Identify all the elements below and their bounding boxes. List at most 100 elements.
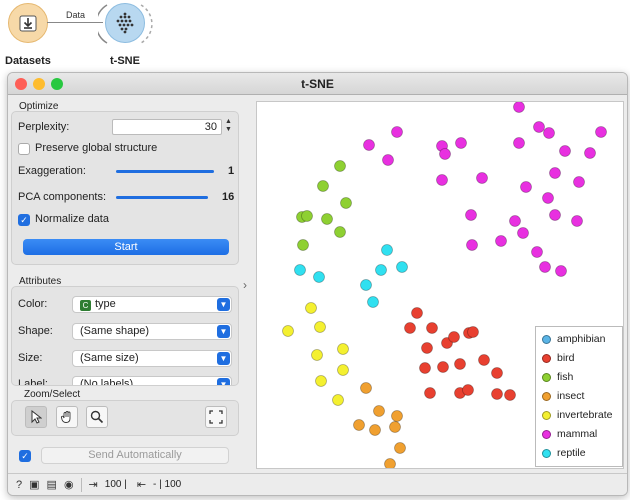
pca-slider[interactable] — [116, 196, 208, 199]
color-select-value: type — [95, 298, 116, 310]
send-button[interactable]: Send Automatically — [41, 447, 229, 464]
scatter-point — [353, 419, 365, 431]
perplexity-input[interactable]: 30 — [112, 119, 222, 135]
scatter-point — [382, 154, 394, 166]
node-label: Datasets — [5, 55, 51, 67]
color-select[interactable]: Ctype ▼ — [72, 296, 232, 313]
scatter-point — [539, 261, 551, 273]
legend-dot — [542, 353, 551, 363]
legend-label: fish — [557, 371, 574, 383]
scatter-point — [334, 160, 346, 172]
scatter-plot[interactable]: amphibian bird fish insect invertebrate … — [256, 101, 624, 470]
scatter-point — [454, 358, 466, 370]
exaggeration-slider[interactable] — [116, 170, 214, 173]
scatter-point — [549, 167, 561, 179]
collapse-arrow-icon[interactable]: › — [243, 278, 247, 292]
send-auto-checkbox[interactable]: ✓ — [19, 450, 31, 462]
pca-value: 16 — [222, 191, 235, 203]
size-select[interactable]: (Same size) ▼ — [72, 350, 232, 367]
select-pointer-button[interactable] — [25, 406, 47, 428]
reset-zoom-button[interactable] — [205, 406, 227, 428]
scatter-point — [313, 271, 325, 283]
shape-label: Shape: — [18, 325, 53, 337]
report-icon[interactable]: ▤ — [47, 478, 57, 491]
legend-dot — [542, 448, 551, 458]
perplexity-stepper[interactable]: ▲ ▼ — [224, 118, 233, 135]
scatter-point — [394, 442, 406, 454]
legend-dot — [542, 372, 551, 382]
scatter-point — [282, 325, 294, 337]
legend-label: bird — [557, 352, 575, 364]
preserve-label: Preserve global structure — [35, 142, 158, 154]
scatter-point — [391, 410, 403, 422]
scatter-point — [455, 137, 467, 149]
start-button[interactable]: Start — [23, 239, 229, 255]
legend-item: fish — [542, 371, 573, 383]
scatter-point — [478, 354, 490, 366]
node-arc-icon — [98, 4, 153, 44]
scatter-point — [337, 343, 349, 355]
scatter-point — [491, 388, 503, 400]
scatter-point — [549, 209, 561, 221]
normalize-label: Normalize data — [35, 213, 109, 225]
scatter-point — [363, 139, 375, 151]
scatter-point — [426, 322, 438, 334]
scatter-point — [314, 321, 326, 333]
chevron-down-icon: ▼ — [217, 378, 230, 385]
chevron-down-icon: ▼ — [217, 352, 230, 365]
scatter-point — [520, 181, 532, 193]
output-count: - | 100 — [153, 479, 182, 490]
scatter-point — [360, 279, 372, 291]
legend-label: invertebrate — [557, 409, 613, 421]
camera-icon[interactable]: ◉ — [64, 478, 74, 491]
pan-button[interactable] — [56, 406, 78, 428]
preserve-checkbox[interactable] — [18, 143, 30, 155]
help-icon[interactable]: ? — [16, 479, 22, 491]
scatter-point — [367, 296, 379, 308]
link-label: Data — [66, 10, 86, 20]
optimize-box: Perplexity: 30 ▲ ▼ Preserve global struct… — [11, 111, 239, 265]
normalize-checkbox[interactable]: ✓ — [18, 214, 30, 226]
legend-label: reptile — [557, 447, 586, 459]
scatter-point — [315, 375, 327, 387]
fit-icon — [209, 410, 223, 424]
scatter-point — [404, 322, 416, 334]
scatter-point — [437, 361, 449, 373]
label-label: Label: — [18, 378, 48, 386]
scatter-point — [411, 307, 423, 319]
scatter-point — [465, 209, 477, 221]
scatter-point — [369, 424, 381, 436]
scatter-point — [466, 239, 478, 251]
scatter-point — [294, 264, 306, 276]
hand-icon — [61, 411, 71, 423]
datasets-node[interactable]: Datasets — [5, 3, 51, 67]
scatter-point — [571, 215, 583, 227]
chevron-down-icon: ▼ — [217, 298, 230, 311]
scatter-point — [375, 264, 387, 276]
legend-item: mammal — [542, 428, 597, 440]
legend-label: amphibian — [557, 333, 606, 345]
attributes-box: Color: Ctype ▼ Shape: (Same shape) ▼ Siz… — [11, 286, 239, 386]
divider — [80, 477, 82, 492]
save-icon[interactable]: ▣ — [29, 478, 39, 491]
input-count: 100 | — [104, 479, 127, 490]
scatter-point — [517, 227, 529, 239]
legend-dot — [542, 391, 551, 401]
scatter-point — [513, 101, 525, 113]
legend-item: amphibian — [542, 333, 605, 345]
scatter-point — [436, 174, 448, 186]
scatter-point — [491, 367, 503, 379]
scatter-point — [509, 215, 521, 227]
categorical-badge: C — [80, 300, 91, 311]
label-select[interactable]: (No labels) ▼ — [72, 376, 232, 386]
window-title: t-SNE — [301, 77, 334, 91]
scatter-point — [332, 394, 344, 406]
size-select-value: (Same size) — [80, 352, 139, 364]
scatter-point — [559, 145, 571, 157]
tsne-window: t-SNE Optimize Perplexity: 30 ▲ ▼ Preserv… — [7, 72, 628, 496]
label-select-value: (No labels) — [80, 378, 134, 386]
legend-dot — [542, 334, 551, 344]
shape-select[interactable]: (Same shape) ▼ — [72, 323, 232, 340]
zoom-button[interactable] — [86, 406, 108, 428]
scatter-point — [321, 213, 333, 225]
